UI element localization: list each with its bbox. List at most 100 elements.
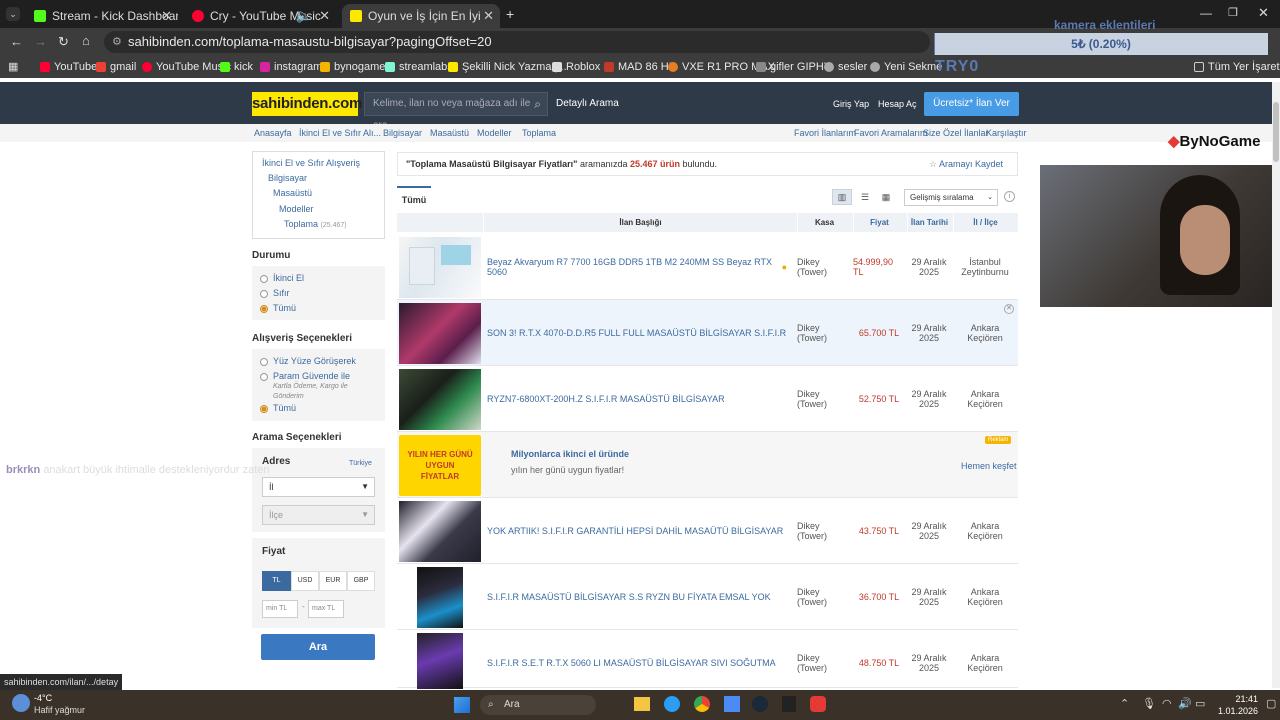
condition-option-selected[interactable]: Tümü xyxy=(260,303,296,313)
bookmark-instagram[interactable]: instagram xyxy=(260,61,322,73)
currency-tl-button[interactable]: TL xyxy=(262,571,291,591)
post-ad-button[interactable]: Ücretsiz* İlan Ver xyxy=(924,92,1019,116)
min-price-input[interactable]: min TL xyxy=(262,600,298,618)
minimize-button[interactable]: — xyxy=(1200,6,1212,20)
tab-search-icon[interactable]: ⌄ xyxy=(6,7,20,21)
file-explorer-icon[interactable] xyxy=(634,697,650,711)
bookmark-youtube-music[interactable]: YouTube Music xyxy=(142,61,231,73)
condition-option[interactable]: Sıfır xyxy=(260,288,290,298)
bookmark-gmail[interactable]: gmail xyxy=(96,61,136,73)
apps-icon[interactable]: ▦ xyxy=(8,60,18,73)
clock-date[interactable]: 1.01.2026 xyxy=(1206,706,1258,716)
header-title[interactable]: İlan Başlığı xyxy=(483,213,797,232)
store-icon[interactable] xyxy=(724,696,740,712)
compare-link[interactable]: Karşılaştır xyxy=(986,128,1027,138)
sahibinden-logo[interactable]: sahibinden.com xyxy=(252,92,362,116)
login-link[interactable]: Giriş Yap xyxy=(833,99,869,109)
search-button[interactable]: Ara xyxy=(261,634,375,660)
table-row[interactable]: SON 3! R.T.X 4070-D.D.R5 FULL FULL MASAÜ… xyxy=(397,300,1018,366)
taskbar-search[interactable]: ⌕ Ara xyxy=(480,695,596,715)
save-search-button[interactable]: ☆ Aramayı Kaydet xyxy=(929,153,1003,175)
currency-gbp-button[interactable]: GBP xyxy=(347,571,375,591)
city-select[interactable]: İl ▼ xyxy=(262,477,375,497)
special-ads-link[interactable]: Size Özel İlanlar xyxy=(923,128,989,138)
list-view-icon[interactable]: ▥ xyxy=(832,189,852,205)
close-icon[interactable]: ✕ xyxy=(161,8,172,24)
detailed-search-link[interactable]: Detaylı Arama xyxy=(556,98,619,109)
listing-title[interactable]: Beyaz Akvaryum R7 7700 16GB DDR5 1TB M2 … xyxy=(487,234,787,300)
page-scrollbar[interactable] xyxy=(1272,82,1280,688)
bookmark-bynogame[interactable]: bynogame xyxy=(320,61,385,73)
close-icon[interactable]: ✕ xyxy=(483,8,494,24)
compact-view-icon[interactable]: ☰ xyxy=(855,189,875,205)
site-search-input[interactable]: Kelime, ilan no veya mağaza adı ile ara … xyxy=(364,92,548,131)
shopping-option[interactable]: Param Güvende ile xyxy=(260,371,350,381)
ad-image[interactable]: YILIN HER GÜNÜ UYGUN FİYATLAR xyxy=(399,435,481,496)
info-icon[interactable]: i xyxy=(1004,191,1015,202)
bookmark-sesler[interactable]: sesler xyxy=(824,61,867,73)
tab-sahibinden[interactable]: Oyun ve İş İçin En İyi Toplama M ✕ xyxy=(342,4,500,28)
close-icon[interactable]: ✕ xyxy=(319,8,330,24)
table-row[interactable]: S.I.F.I.R MASAÜSTÜ BİLGİSAYAR S.S RYZN B… xyxy=(397,564,1018,630)
breadcrumb-item[interactable]: Toplama xyxy=(522,128,556,138)
listing-thumbnail[interactable] xyxy=(399,303,481,364)
grid-view-icon[interactable]: ▦ xyxy=(876,189,896,205)
listing-thumbnail[interactable] xyxy=(417,633,463,689)
header-date[interactable]: İlan Tarihi xyxy=(907,213,951,232)
wifi-icon[interactable]: ◠ xyxy=(1162,697,1172,710)
listing-title[interactable]: SON 3! R.T.X 4070-D.D.R5 FULL FULL MASAÜ… xyxy=(487,300,787,366)
breadcrumb-item[interactable]: Masaüstü xyxy=(430,128,469,138)
ad-cta-link[interactable]: Hemen keşfet xyxy=(961,461,1017,471)
register-link[interactable]: Hesap Aç xyxy=(878,99,917,109)
bookmark-kick[interactable]: kick xyxy=(220,61,253,73)
home-icon[interactable]: ⌂ xyxy=(82,33,90,48)
bookmark-streamlabs[interactable]: streamlabs xyxy=(385,61,453,73)
weather-icon[interactable] xyxy=(12,694,30,712)
breadcrumb-item[interactable]: Anasayfa xyxy=(254,128,292,138)
shopping-option[interactable]: Yüz Yüze Görüşerek xyxy=(260,356,356,366)
epic-games-icon[interactable] xyxy=(782,696,796,712)
bookmark-new-tab[interactable]: Yeni Sekme xyxy=(870,61,942,73)
tab-kick[interactable]: Stream - Kick Dashboard ✕ xyxy=(26,4,178,28)
favorite-ads-link[interactable]: Favori İlanlarım xyxy=(794,128,856,138)
volume-icon[interactable]: 🔊 xyxy=(1178,697,1192,710)
listing-thumbnail[interactable] xyxy=(399,501,481,562)
tray-chevron-icon[interactable]: ⌃ xyxy=(1120,697,1129,710)
district-select[interactable]: İlçe ▼ xyxy=(262,505,375,525)
listing-thumbnail[interactable] xyxy=(399,369,481,430)
listing-title[interactable]: RYZN7-6800XT-200H.Z S.I.F.I.R MASAÜSTÜ B… xyxy=(487,366,787,432)
listing-title[interactable]: S.I.F.I.R S.E.T R.T.X 5060 LI MASAÜSTÜ B… xyxy=(487,630,787,696)
country-link[interactable]: Türkiye xyxy=(349,460,372,467)
breadcrumb-item[interactable]: Bilgisayar xyxy=(383,128,422,138)
category-link[interactable]: Modeller xyxy=(279,204,314,214)
bookmark-sekilli-nick[interactable]: Şekilli Nick Yazma |... xyxy=(448,61,567,73)
category-link-current[interactable]: Toplama (25.467) xyxy=(284,219,347,229)
close-icon[interactable]: ✕ xyxy=(1004,304,1014,314)
tab-youtube-music[interactable]: Cry - YouTube Music 🔈 ✕ xyxy=(184,4,336,28)
category-link[interactable]: İkinci El ve Sıfır Alışveriş xyxy=(262,158,360,168)
close-window-button[interactable]: ✕ xyxy=(1258,5,1269,21)
category-link[interactable]: Bilgisayar xyxy=(268,173,307,183)
table-row[interactable]: RYZN7-6800XT-200H.Z S.I.F.I.R MASAÜSTÜ B… xyxy=(397,366,1018,432)
favorite-searches-link[interactable]: Favori Aramalarım xyxy=(854,128,928,138)
ad-row[interactable]: YILIN HER GÜNÜ UYGUN FİYATLAR Milyonlarc… xyxy=(397,432,1018,498)
currency-usd-button[interactable]: USD xyxy=(291,571,319,591)
search-icon[interactable]: ⌕ xyxy=(534,93,541,115)
listing-thumbnail[interactable] xyxy=(417,567,463,628)
chrome-icon[interactable] xyxy=(694,696,710,712)
microphone-icon[interactable]: 🎙 xyxy=(1142,697,1156,710)
forward-icon[interactable]: → xyxy=(34,34,47,49)
breadcrumb-item[interactable]: İkinci El ve Sıfır Alı... xyxy=(299,128,381,138)
tab-all[interactable]: Tümü xyxy=(397,186,431,210)
url-input[interactable]: ⚙ sahibinden.com/toplama-masaustu-bilgis… xyxy=(104,31,930,53)
sort-select[interactable]: Gelişmiş sıralama ⌄ xyxy=(904,189,998,206)
back-icon[interactable]: ← xyxy=(10,34,23,49)
header-location[interactable]: İl / İlçe xyxy=(953,213,1017,232)
battery-icon[interactable]: ▭ xyxy=(1195,697,1205,710)
bookmark-youtube[interactable]: YouTube xyxy=(40,61,97,73)
condition-option[interactable]: İkinci El xyxy=(260,273,304,283)
currency-eur-button[interactable]: EUR xyxy=(319,571,347,591)
app-icon[interactable] xyxy=(810,696,826,712)
bookmark-giphy[interactable]: gifler GIPHY xyxy=(756,61,831,73)
max-price-input[interactable]: max TL xyxy=(308,600,344,618)
